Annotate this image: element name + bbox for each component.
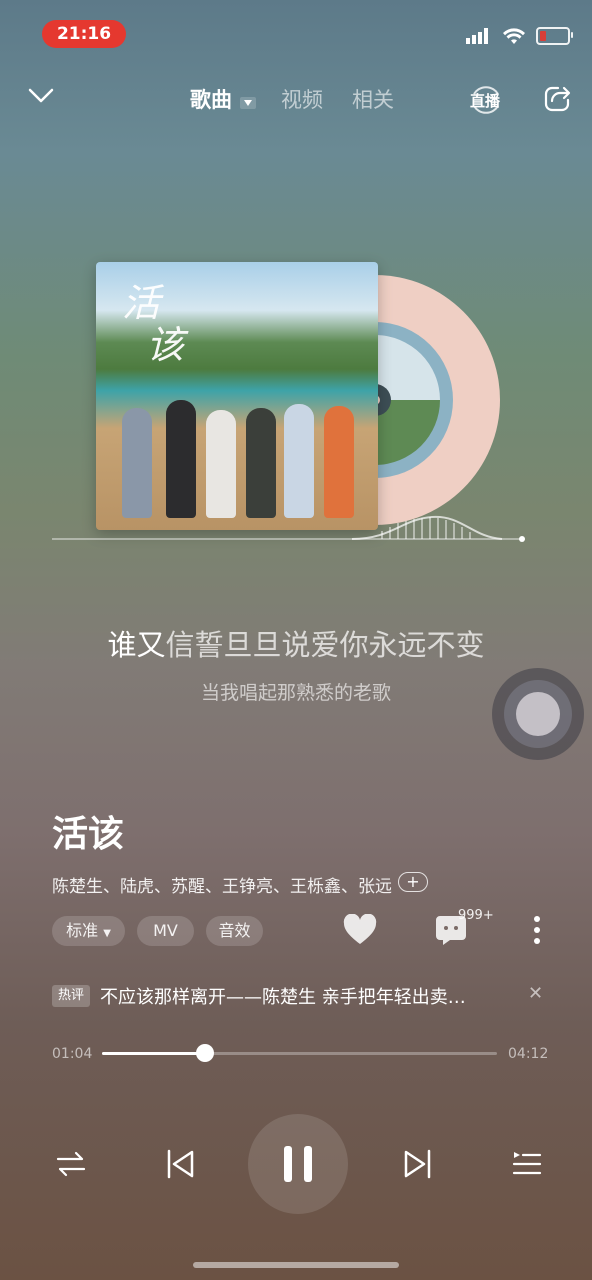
current-lyric-line[interactable]: 谁又信誓旦旦说爱你永远不变 xyxy=(0,622,592,664)
close-hot-comment-button[interactable]: ✕ xyxy=(528,983,543,1004)
cover-figure xyxy=(166,400,196,518)
hot-comment-text[interactable]: 不应该那样离开——陈楚生 亲手把年轻出卖… xyxy=(100,983,466,1009)
tab-song-label: 歌曲 xyxy=(190,88,232,112)
cover-figure xyxy=(122,408,152,518)
battery-icon xyxy=(536,27,573,45)
lyric-unsung: 信誓旦旦说爱你永远不变 xyxy=(165,628,485,662)
cover-figure xyxy=(284,404,314,518)
tab-related[interactable]: 相关 xyxy=(352,84,394,114)
cover-title: 活 该 xyxy=(122,281,187,367)
hot-comment-badge: 热评 xyxy=(52,985,90,1007)
previous-button[interactable] xyxy=(166,1148,196,1184)
status-icons xyxy=(466,24,573,48)
cover-figure xyxy=(246,408,276,518)
caret-down-icon: ▼ xyxy=(103,928,111,939)
previous-icon xyxy=(167,1149,194,1179)
playlist-icon xyxy=(512,1152,542,1175)
like-button[interactable] xyxy=(342,913,378,950)
more-vertical-icon xyxy=(534,916,540,944)
tab-video[interactable]: 视频 xyxy=(281,84,323,114)
cover-figure xyxy=(206,410,236,518)
signal-icon xyxy=(466,28,488,44)
lyric-sung: 谁又 xyxy=(107,628,166,662)
floating-assistive-button[interactable] xyxy=(492,668,584,760)
cover-figure xyxy=(324,406,354,518)
progress-fill xyxy=(102,1052,205,1055)
chevron-down-icon xyxy=(28,88,54,103)
heart-icon xyxy=(343,913,377,944)
quality-button[interactable]: 标准 ▼ xyxy=(52,916,125,946)
sound-effect-button[interactable]: 音效 xyxy=(206,916,263,946)
song-title: 活该 xyxy=(52,814,125,855)
follow-artist-button[interactable]: + xyxy=(398,872,428,892)
next-button[interactable] xyxy=(402,1148,432,1184)
status-time: 21:16 xyxy=(42,20,126,48)
quality-label: 标准 xyxy=(66,921,99,940)
comment-count: 999+ xyxy=(458,908,494,923)
live-button[interactable]: 直播 xyxy=(466,80,506,120)
mv-button[interactable]: MV xyxy=(137,916,194,946)
progress-knob[interactable] xyxy=(196,1044,214,1062)
pause-icon xyxy=(284,1146,312,1182)
tab-song[interactable]: 歌曲 xyxy=(190,84,232,114)
repeat-icon xyxy=(56,1151,86,1177)
tab-dropdown-button[interactable] xyxy=(240,94,256,113)
live-label: 直播 xyxy=(470,92,501,110)
repeat-mode-button[interactable] xyxy=(56,1150,86,1182)
play-pause-button[interactable] xyxy=(248,1114,348,1214)
total-time: 04:12 xyxy=(508,1046,549,1062)
next-icon xyxy=(404,1149,431,1179)
share-button[interactable] xyxy=(542,84,572,118)
current-time: 01:04 xyxy=(52,1046,93,1062)
album-cover[interactable]: 活 该 xyxy=(96,262,378,530)
audio-waveform xyxy=(52,515,525,542)
caret-down-icon xyxy=(240,97,256,109)
collapse-button[interactable] xyxy=(26,84,56,112)
share-icon xyxy=(544,86,571,112)
artist-list[interactable]: 陈楚生、陆虎、苏醒、王铮亮、王栎鑫、张远 xyxy=(52,872,392,897)
more-button[interactable] xyxy=(530,914,544,950)
wifi-icon xyxy=(503,28,525,44)
playlist-button[interactable] xyxy=(512,1150,542,1182)
home-indicator[interactable] xyxy=(193,1262,399,1268)
